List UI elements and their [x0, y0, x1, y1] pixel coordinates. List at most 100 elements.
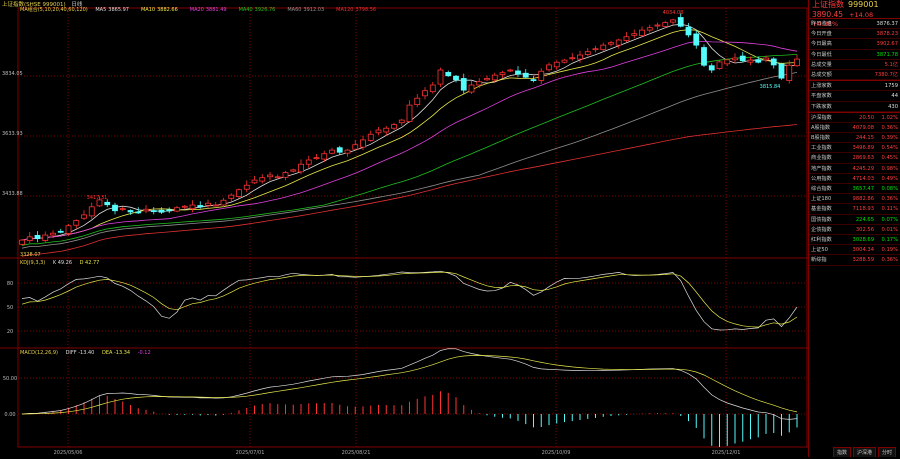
candle-up — [181, 205, 188, 208]
stats-list: 昨日收盘 3876.37 今日开盘 3878.23 今日最高 3902.67 今日最低 387… — [809, 19, 900, 81]
row-label: 基金指数 — [811, 206, 832, 213]
row-value: 7380.7亿 — [874, 71, 898, 78]
candle-up — [26, 236, 33, 241]
row-value: 4714.03 — [852, 175, 874, 182]
row-value: 3878.23 — [876, 31, 898, 38]
candle-up — [42, 234, 49, 241]
quote-row[interactable]: B股指数 244.15 0.39% — [809, 133, 900, 144]
panel-tab[interactable]: 指数 — [832, 447, 851, 457]
row-value: 20.50 — [859, 114, 874, 121]
candle-up — [569, 57, 576, 60]
candle-up — [491, 74, 498, 81]
quote-row[interactable]: 总成交额 7380.7亿 — [809, 70, 900, 81]
row-value: 3871.78 — [876, 51, 898, 58]
row-value: 9882.86 — [852, 196, 874, 203]
candle-down — [150, 210, 157, 213]
row-label: 平盘家数 — [811, 93, 832, 100]
breadth-list: 上涨家数 1759 平盘家数 44 下跌家数 430 — [809, 80, 900, 112]
kline-chart[interactable]: 2025/05/06 2025/07/01 2025/08/21 2025/10/09… — [0, 0, 808, 457]
quote-row[interactable]: 今日最低 3871.78 — [809, 50, 900, 60]
row-label: 总成交量 — [811, 61, 832, 68]
candle-down — [515, 70, 521, 75]
low-price-mark: 3815.84 — [760, 84, 781, 90]
row-value: 5.1亿 — [884, 61, 898, 68]
candle-down — [135, 211, 142, 214]
quote-row[interactable]: 综合指数 3657.47 0.08% — [809, 184, 900, 195]
candle-up — [329, 149, 335, 154]
candle-up — [615, 39, 622, 46]
quote-row[interactable]: 地产指数 4245.29 0.98% — [809, 164, 900, 174]
quote-row[interactable]: 沪深指数 20.50 1.02% — [809, 113, 900, 123]
ma-name: MA10 — [140, 7, 156, 13]
quote-row[interactable]: 商业指数 2869.63 0.45% — [809, 153, 900, 164]
quote-row[interactable]: 下跌家数 430 — [809, 102, 900, 112]
macd-hist-value: -0.12 — [137, 350, 151, 356]
ma-value: 3798.56 — [355, 7, 377, 13]
quote-row[interactable]: 昨日收盘 3876.37 — [809, 19, 900, 30]
quote-row[interactable]: 企债指数 302.56 0.01% — [809, 225, 900, 235]
kdj-axis-label: 20 — [7, 329, 13, 335]
candle-up — [437, 69, 444, 85]
quote-row[interactable]: 公用指数 4714.03 0.49% — [809, 174, 900, 184]
panel-tab[interactable]: 沪深港 — [852, 447, 876, 457]
candle-up — [220, 199, 227, 206]
candle-up — [88, 206, 95, 217]
macd-axis-label: 50.00 — [3, 376, 17, 382]
kdj-d-value: D 42.77 — [79, 260, 100, 266]
row-pct: 0.49% — [881, 175, 898, 182]
quote-row[interactable]: 基金指数 7118.93 0.11% — [809, 204, 900, 215]
macd-indicator-selector[interactable]: MACD(12,26,9) — [20, 350, 58, 356]
row-value: 7118.93 — [852, 206, 874, 213]
candle-up — [398, 119, 405, 124]
row-pct: 0.07% — [881, 216, 898, 223]
quote-row[interactable]: 工业指数 3496.89 0.54% — [809, 143, 900, 154]
candle-down — [112, 204, 118, 212]
candle-down — [530, 79, 537, 82]
kdj-axis-label: 50 — [7, 305, 13, 311]
candle-up — [274, 176, 281, 179]
row-value: 302.56 — [855, 226, 874, 233]
ma-value: 3926.76 — [254, 7, 276, 13]
row-label: 公用指数 — [811, 175, 832, 182]
row-value: 2869.63 — [852, 155, 874, 162]
panel-tab[interactable]: 分时 — [877, 447, 896, 457]
row-value: 3876.37 — [876, 21, 898, 27]
quote-row[interactable]: 上证180 9882.86 0.36% — [809, 194, 900, 205]
quote-row[interactable]: 今日开盘 3878.23 — [809, 29, 900, 40]
candle-up — [375, 129, 382, 134]
quote-row[interactable]: A股指数 4079.08 0.36% — [809, 123, 900, 134]
candle-up — [561, 59, 568, 63]
candle-up — [716, 61, 723, 69]
quote-row[interactable]: 今日最高 3902.67 — [809, 39, 900, 50]
early-high-mark: 3417.31 — [87, 195, 108, 201]
row-pct: 0.19% — [881, 247, 898, 254]
chart-area[interactable]: 2025/05/06 2025/07/01 2025/08/21 2025/10/09… — [0, 0, 808, 457]
quote-row[interactable]: 新综指 3288.59 0.36% — [809, 255, 900, 266]
row-value: 430 — [888, 103, 898, 110]
kdj-indicator-selector[interactable]: KDJ(9,3,3) — [20, 260, 45, 266]
quote-row[interactable]: 上涨家数 1759 — [809, 81, 900, 92]
row-label: 上证50 — [811, 247, 828, 254]
candle-down — [693, 33, 700, 46]
candle-up — [794, 58, 800, 67]
ma-indicator-selector[interactable]: MA组合(5,10,20,40,60,120) — [20, 7, 88, 13]
candle-up — [577, 54, 583, 60]
quote-row[interactable]: 国债指数 224.65 0.07% — [809, 215, 900, 225]
ma-name: MA60 — [287, 7, 302, 13]
candle-down — [445, 72, 452, 77]
candle-up — [313, 157, 320, 160]
quote-row[interactable]: 总成交量 5.1亿 — [809, 60, 900, 70]
candle-up — [670, 19, 676, 23]
high-price-mark: 4034.08 — [663, 10, 684, 16]
macd-axis-label: 0.00 — [4, 412, 15, 418]
quote-row[interactable]: 平盘家数 44 — [809, 91, 900, 102]
candle-down — [677, 17, 684, 27]
price-axis-label: 3633.93 — [2, 131, 23, 137]
row-label: 地产指数 — [811, 165, 832, 172]
row-value: 3496.89 — [852, 145, 874, 152]
candle-down — [778, 63, 785, 79]
quote-row[interactable]: 红利指数 3028.69 0.17% — [809, 235, 900, 246]
candle-up — [65, 225, 72, 234]
quote-row[interactable]: 上证50 3004.34 0.19% — [809, 245, 900, 256]
kdj-axis-label: 80 — [7, 281, 13, 287]
